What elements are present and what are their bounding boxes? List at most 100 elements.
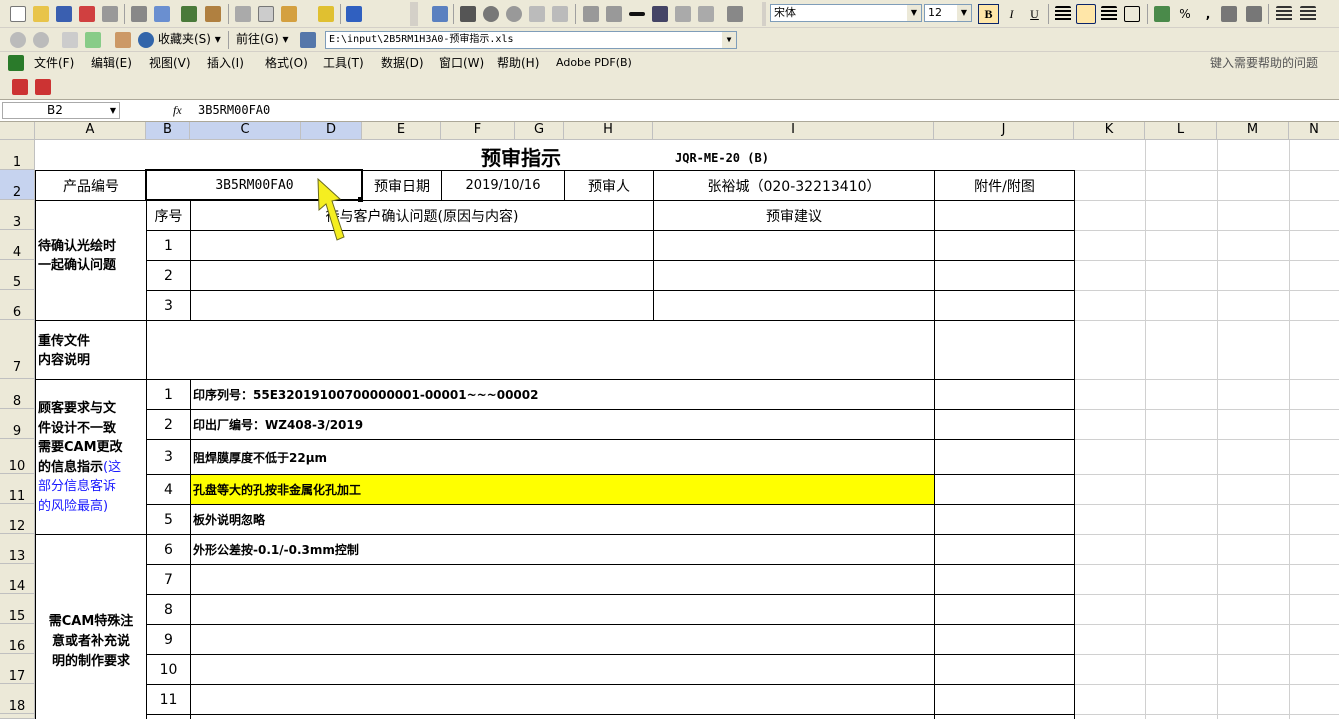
row-header[interactable]: 12 [0, 504, 35, 534]
menu-window[interactable]: 窗口(W) [439, 55, 484, 71]
column-header[interactable]: A [35, 122, 146, 140]
spell-check-icon[interactable] [154, 6, 170, 22]
column-header[interactable]: C [190, 122, 301, 140]
row-header[interactable]: 11 [0, 474, 35, 504]
back-icon[interactable] [10, 32, 26, 48]
font-size-select[interactable]: 12 ▼ [924, 4, 972, 22]
print-preview-icon[interactable] [131, 6, 147, 22]
align-center-icon[interactable] [1076, 4, 1096, 24]
row-header[interactable]: 9 [0, 409, 35, 439]
percent-button[interactable]: % [1175, 4, 1195, 24]
save-icon[interactable] [56, 6, 72, 22]
favorites-menu[interactable]: 收藏夹(S) ▾ [158, 31, 221, 47]
align-left-icon[interactable] [1055, 6, 1071, 22]
stop-icon[interactable] [62, 32, 78, 48]
row-header[interactable]: 8 [0, 379, 35, 409]
reviewer-value[interactable]: 张裕城（020-32213410） [654, 171, 934, 200]
increase-indent-icon[interactable] [1300, 6, 1316, 22]
column-header[interactable]: H [564, 122, 653, 140]
convert-to-pdf-icon[interactable] [12, 79, 28, 95]
bold-button[interactable]: B [978, 4, 999, 24]
row-header[interactable]: 6 [0, 290, 35, 320]
menu-insert[interactable]: 插入(I) [207, 55, 244, 71]
copy-icon[interactable] [258, 6, 274, 22]
help-question-input[interactable]: 键入需要帮助的问题 [1210, 55, 1318, 71]
rotate-icon[interactable] [675, 6, 691, 22]
undo-icon[interactable] [346, 6, 362, 22]
address-input[interactable]: E:\input\2B5RM1H3A0-预审指示.xls ▼ [325, 31, 737, 49]
row-header[interactable]: 14 [0, 564, 35, 594]
paste-icon[interactable] [281, 6, 297, 22]
column-header[interactable]: F [441, 122, 515, 140]
menu-data[interactable]: 数据(D) [381, 55, 424, 71]
merge-center-icon[interactable] [1124, 6, 1140, 22]
column-header[interactable]: K [1074, 122, 1145, 140]
shape-icon[interactable] [483, 6, 499, 22]
requirement-text[interactable]: 阻焊膜厚度不低于22μm [193, 440, 933, 474]
currency-icon[interactable] [1154, 6, 1170, 22]
forward-icon[interactable] [33, 32, 49, 48]
requirement-text[interactable]: 印序列号：55E32019100700000001-00001~~~00002 [193, 380, 933, 409]
comma-button[interactable]: , [1198, 4, 1218, 24]
menu-adobe-pdf[interactable]: Adobe PDF(B) [556, 55, 632, 71]
decrease-indent-icon[interactable] [1276, 6, 1292, 22]
menu-view[interactable]: 视图(V) [149, 55, 191, 71]
row-header[interactable]: 17 [0, 654, 35, 684]
pdf-email-icon[interactable] [35, 79, 51, 95]
italic-button[interactable]: I [1001, 4, 1022, 24]
column-header[interactable]: J [934, 122, 1074, 140]
scissors-icon[interactable] [235, 6, 251, 22]
brightness-icon[interactable] [606, 6, 622, 22]
row-header[interactable]: 18 [0, 684, 35, 714]
column-header[interactable]: N [1289, 122, 1339, 140]
row-header[interactable]: 16 [0, 624, 35, 654]
column-header[interactable]: M [1217, 122, 1289, 140]
show-only-web-toolbar-icon[interactable] [300, 32, 316, 48]
review-date-value[interactable]: 2019/10/16 [442, 171, 564, 200]
search-icon[interactable] [138, 32, 154, 48]
name-box[interactable]: B2 ▼ [2, 102, 120, 119]
print-icon[interactable] [102, 6, 118, 22]
insert-picture-icon[interactable] [432, 6, 448, 22]
column-header[interactable]: I [653, 122, 934, 140]
menu-tools[interactable]: 工具(T) [323, 55, 364, 71]
star-icon[interactable] [529, 6, 545, 22]
underline-button[interactable]: U [1024, 4, 1045, 24]
requirement-text[interactable]: 印出厂编号：WZ408-3/2019 [193, 410, 933, 439]
format-painter-icon[interactable] [318, 6, 334, 22]
row-header[interactable]: 3 [0, 200, 35, 230]
row-header[interactable]: 2 [0, 170, 35, 200]
requirement-text[interactable]: 板外说明忽略 [193, 505, 933, 534]
menu-format[interactable]: 格式(O) [265, 55, 308, 71]
compress-icon[interactable] [652, 6, 668, 22]
permission-icon[interactable] [79, 6, 95, 22]
select-all-corner[interactable] [0, 122, 35, 140]
home-icon[interactable] [115, 32, 131, 48]
worksheet-grid[interactable]: A B C D E F G H I J K L M N 1 2 3 4 5 6 … [0, 122, 1339, 719]
research-icon[interactable] [181, 6, 197, 22]
align-right-icon[interactable] [1101, 6, 1117, 22]
goto-menu[interactable]: 前往(G) ▾ [236, 31, 289, 47]
new-file-icon[interactable] [10, 6, 26, 22]
refresh-icon[interactable] [85, 32, 101, 48]
open-folder-icon[interactable] [33, 6, 49, 22]
column-header[interactable]: G [515, 122, 564, 140]
row-header[interactable]: 13 [0, 534, 35, 564]
row-header[interactable]: 15 [0, 594, 35, 624]
menu-help[interactable]: 帮助(H) [497, 55, 539, 71]
column-header[interactable]: E [362, 122, 441, 140]
reset-picture-icon[interactable] [727, 6, 743, 22]
font-name-select[interactable]: 宋体 ▼ [770, 4, 922, 22]
excel-doc-icon[interactable] [8, 55, 24, 71]
requirement-text[interactable]: 孔盘等大的孔按非金属化孔加工 [193, 475, 933, 504]
cut-icon[interactable] [205, 6, 221, 22]
oval-icon[interactable] [506, 6, 522, 22]
decrease-decimal-icon[interactable] [1246, 6, 1262, 22]
line-style-icon[interactable] [629, 12, 645, 16]
row-header[interactable]: 1 [0, 140, 35, 170]
row-header[interactable]: 4 [0, 230, 35, 260]
formula-content[interactable]: 3B5RM00FA0 [198, 103, 270, 117]
row-header[interactable]: 7 [0, 320, 35, 379]
column-header[interactable]: L [1145, 122, 1217, 140]
row-header[interactable]: 5 [0, 260, 35, 290]
